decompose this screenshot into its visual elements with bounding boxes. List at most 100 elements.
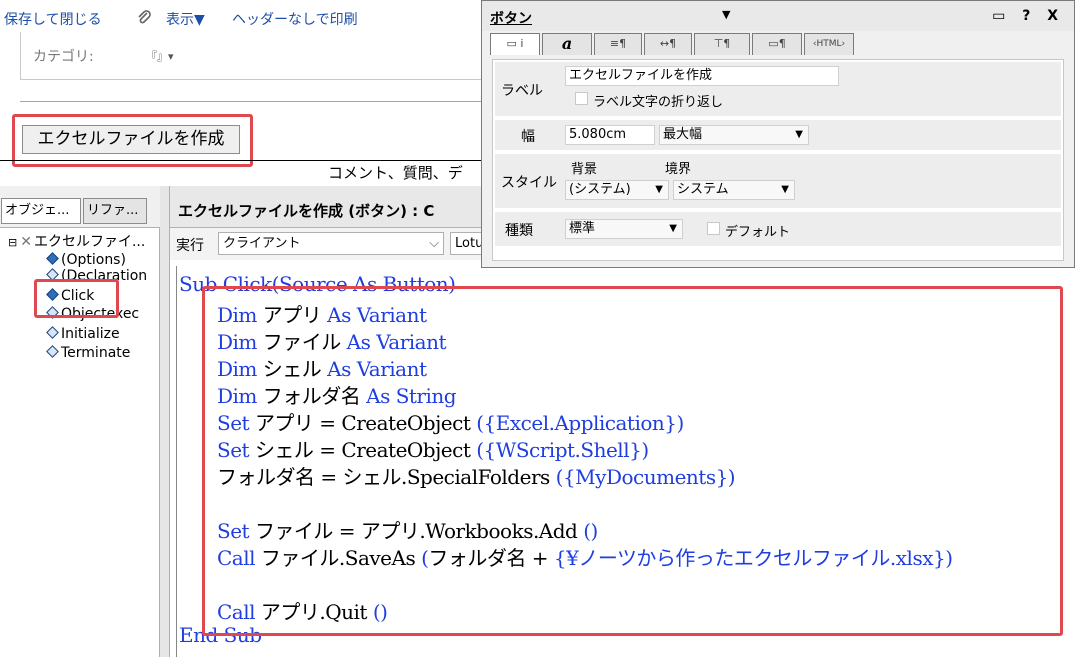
background-label: 背景	[571, 162, 598, 177]
code-keyword: Set	[217, 411, 255, 435]
code-text: アプリ	[262, 303, 328, 327]
code-keyword: Call	[217, 600, 261, 624]
wrap-label: ラベル文字の折り返し	[593, 95, 724, 110]
collapse-icon[interactable]: ⊟	[8, 236, 17, 249]
code-keyword: As String	[366, 384, 457, 408]
tab-reference[interactable]: リファ...	[83, 198, 147, 224]
code-keyword: ({WScript.Shell})	[476, 438, 649, 462]
border-value: システム	[677, 182, 729, 197]
code-keyword: ({MyDocuments})	[555, 465, 736, 489]
code-line[interactable]: Dim アプリ As Variant	[217, 299, 427, 328]
code-keyword: ()	[372, 600, 388, 624]
code-text: ファイル.SaveAs	[260, 546, 422, 570]
width-mode-value: 最大幅	[663, 127, 703, 142]
code-keyword: As Variant	[327, 303, 427, 327]
code-text: アプリ = CreateObject	[254, 411, 477, 435]
width-input[interactable]: 5.080cm	[565, 125, 655, 145]
properties-body: ラベル エクセルファイルを作成 ラベル文字の折り返し 幅 5.080cm 最大幅…	[492, 59, 1064, 261]
properties-dialog: ボタン ▼ ▭ ? X ▭ i a ≡¶ ↔¶ ⊤¶ ▭¶ ‹HTML› ラベル…	[481, 0, 1075, 268]
code-keyword: End Sub	[179, 623, 262, 647]
save-close-button[interactable]: 保存して閉じる	[4, 9, 102, 29]
type-caption: 種類	[505, 223, 533, 239]
code-text: フォルダ名 +	[428, 546, 554, 570]
tree-item-click[interactable]: Click	[46, 288, 95, 304]
tab-font[interactable]: a	[542, 33, 592, 55]
category-field[interactable]: 『』▾	[146, 48, 174, 64]
tab-margins[interactable]: ↔¶	[644, 33, 692, 55]
code-keyword: Dim	[217, 384, 263, 408]
tab-style[interactable]: ▭¶	[752, 33, 802, 55]
width-row: 幅 5.080cm 最大幅 ▼	[495, 120, 1061, 150]
code-keyword: As Variant	[327, 357, 427, 381]
tree-item-options[interactable]: (Options)	[46, 252, 126, 268]
background-value: (システム)	[569, 182, 631, 197]
tree-item-label: (Declaration	[61, 268, 148, 284]
comment-hint: コメント、質問、デ	[328, 164, 463, 182]
code-text: シェル = CreateObject	[254, 438, 477, 462]
width-caption: 幅	[521, 129, 535, 145]
default-label: デフォルト	[725, 225, 791, 240]
code-line[interactable]: Set シェル = CreateObject ({WScript.Shell})	[217, 434, 649, 463]
dialog-title[interactable]: ボタン	[490, 8, 532, 28]
tab-paragraph[interactable]: ≡¶	[594, 33, 642, 55]
width-mode-select[interactable]: 最大幅 ▼	[659, 125, 809, 145]
code-line[interactable]: End Sub	[179, 623, 262, 647]
wrap-checkbox[interactable]	[575, 92, 588, 105]
paperclip-icon[interactable]	[136, 9, 152, 29]
tab-objects[interactable]: オブジェ...	[1, 198, 81, 224]
default-checkbox[interactable]	[707, 222, 720, 235]
code-line[interactable]: Dim フォルダ名 As String	[217, 380, 457, 409]
code-keyword: ()	[583, 519, 598, 543]
print-no-header-button[interactable]: ヘッダーなしで印刷	[232, 9, 358, 29]
divider	[0, 160, 490, 161]
background-select[interactable]: (システム) ▼	[565, 180, 669, 200]
view-menu[interactable]: 表示▼	[166, 9, 205, 29]
chevron-down-icon: ▼	[669, 223, 677, 234]
event-icon	[46, 252, 59, 265]
panel-splitter[interactable]	[160, 186, 170, 657]
tree-item-label: (Options)	[61, 252, 126, 268]
tree-item-objectexecute[interactable]: Objectexec	[46, 306, 139, 322]
border-select[interactable]: システム ▼	[673, 180, 795, 200]
type-select[interactable]: 標準 ▼	[565, 219, 683, 239]
tab-html[interactable]: ‹HTML›	[804, 33, 854, 55]
code-editor[interactable]: Sub Click(Source As Button) Dim アプリ As Va…	[176, 266, 1075, 657]
code-line[interactable]: Dim ファイル As Variant	[217, 326, 447, 355]
tree-root[interactable]: ⊟ ✕ エクセルファイ...	[8, 234, 145, 251]
tree-item-initialize[interactable]: Initialize	[46, 326, 120, 342]
object-panel: オブジェ... リファ... ⊟ ✕ エクセルファイ... (Options) (D…	[0, 186, 160, 657]
code-line[interactable]: Dim シェル As Variant	[217, 353, 427, 382]
code-keyword: Sub Click(Source As Button)	[179, 272, 456, 296]
code-line[interactable]: Set アプリ = CreateObject ({Excel.Applicati…	[217, 407, 684, 436]
label-input[interactable]: エクセルファイルを作成	[565, 66, 839, 86]
chevron-down-icon: ▼	[781, 184, 789, 195]
code-line[interactable]: フォルダ名 = シェル.SpecialFolders ({MyDocuments…	[217, 461, 736, 490]
tab-info[interactable]: ▭ i	[490, 33, 540, 55]
style-row: スタイル 背景 境界 (システム) ▼ システム ▼	[495, 154, 1061, 208]
category-label: カテゴリ:	[33, 49, 94, 65]
code-keyword: As Variant	[346, 330, 447, 354]
event-icon	[46, 288, 59, 301]
code-keyword: Set	[217, 519, 255, 543]
code-line[interactable]: Call ファイル.SaveAs (フォルダ名 + {¥ノーツから作ったエクセル…	[217, 542, 953, 571]
run-location-select[interactable]: クライアント ⌵	[218, 232, 444, 255]
chevron-down-icon[interactable]: ▼	[722, 8, 730, 21]
dialog-controls[interactable]: ▭ ? X	[992, 8, 1064, 24]
object-tabs: オブジェ... リファ...	[0, 186, 160, 228]
code-keyword: ({Excel.Application})	[476, 411, 684, 435]
label-row: ラベル エクセルファイルを作成 ラベル文字の折り返し	[495, 62, 1061, 116]
tab-hide[interactable]: ⊤¶	[694, 33, 750, 55]
code-line[interactable]: Call アプリ.Quit ()	[217, 596, 388, 625]
create-excel-button[interactable]: エクセルファイルを作成	[22, 125, 240, 154]
properties-tabs: ▭ i a ≡¶ ↔¶ ⊤¶ ▭¶ ‹HTML›	[490, 31, 870, 55]
dialog-titlebar[interactable]: ボタン ▼ ▭ ? X	[482, 1, 1074, 31]
code-line[interactable]: Set ファイル = アプリ.Workbooks.Add ()	[217, 515, 598, 544]
code-line[interactable]: Sub Click(Source As Button)	[179, 272, 456, 296]
tree-item-terminate[interactable]: Terminate	[46, 345, 130, 361]
code-keyword: Dim	[217, 357, 263, 381]
tree-item-label: Click	[61, 288, 95, 304]
code-text: ファイル	[262, 330, 347, 354]
editor-title: エクセルファイルを作成 (ボタン) : C	[178, 202, 435, 220]
label-caption: ラベル	[501, 83, 543, 99]
tree-item-declarations[interactable]: (Declaration	[46, 268, 148, 284]
